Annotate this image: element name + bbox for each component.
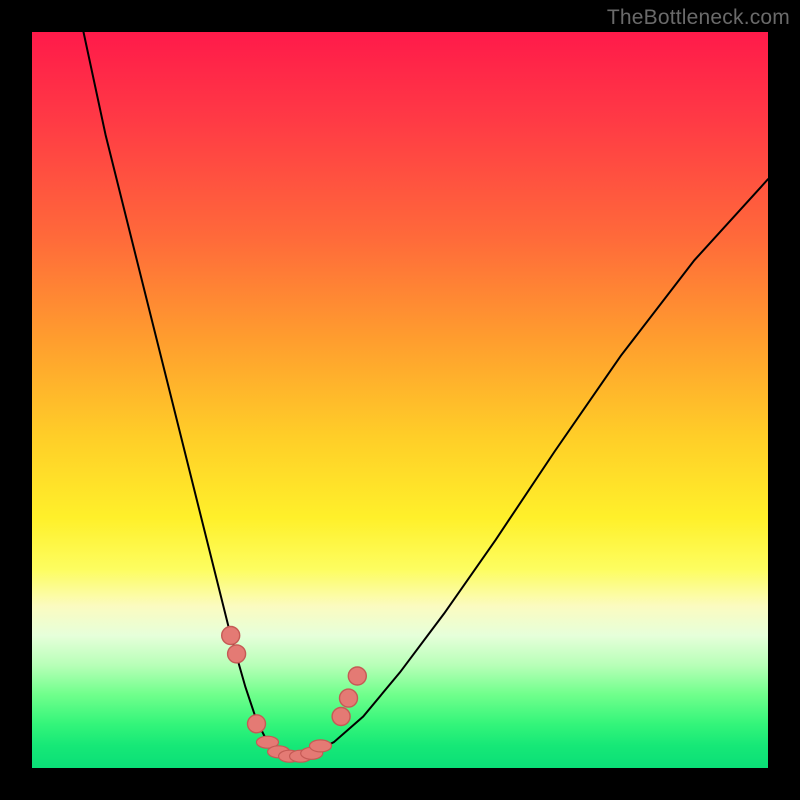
sweet-spot-marker [228,645,246,663]
bottleneck-curve-svg [32,32,768,768]
sweet-spot-marker [340,689,358,707]
plot-area [32,32,768,768]
sweet-spot-markers [222,627,367,763]
watermark-text: TheBottleneck.com [607,6,790,30]
sweet-spot-marker [348,667,366,685]
bottleneck-curve [84,32,769,757]
sweet-spot-marker [222,627,240,645]
sweet-spot-marker [310,740,332,752]
chart-frame: TheBottleneck.com [0,0,800,800]
sweet-spot-marker [248,715,266,733]
sweet-spot-marker [332,708,350,726]
